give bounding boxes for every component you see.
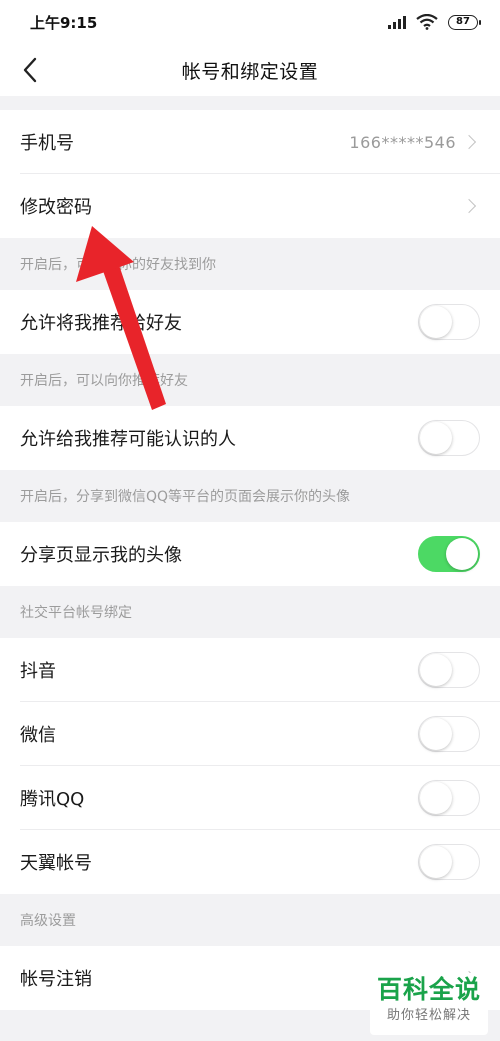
battery-icon: 87 — [448, 14, 481, 30]
signal-icon — [388, 15, 406, 29]
recommend-known-label: 允许给我推荐可能认识的人 — [20, 429, 236, 450]
qq-row: 腾讯QQ — [0, 766, 500, 830]
social-header: 社交平台帐号绑定 — [0, 586, 500, 638]
recommend-to-friends-toggle[interactable] — [418, 304, 480, 340]
chevron-right-icon — [461, 198, 477, 214]
friends-hint: 开启后，可以让你的好友找到你 — [0, 238, 500, 290]
recommend-known-row: 允许给我推荐可能认识的人 — [0, 406, 500, 470]
tianyi-toggle[interactable] — [418, 844, 480, 880]
status-icons: 87 — [388, 14, 481, 30]
recommend-to-friends-row: 允许将我推荐给好友 — [0, 290, 500, 354]
wechat-toggle[interactable] — [418, 716, 480, 752]
recommend-known-toggle[interactable] — [418, 420, 480, 456]
avatar-hint: 开启后，分享到微信QQ等平台的页面会展示你的头像 — [0, 470, 500, 522]
phone-value: 166*****546 — [349, 132, 456, 152]
chevron-right-icon — [461, 134, 477, 150]
avatar-label: 分享页显示我的头像 — [20, 545, 182, 566]
watermark-logo: 百科全说 助你轻松解决 — [370, 973, 488, 1035]
change-password-row[interactable]: 修改密码 — [0, 174, 500, 238]
change-password-label: 修改密码 — [20, 197, 92, 218]
douyin-label: 抖音 — [20, 661, 56, 682]
wechat-row: 微信 — [0, 702, 500, 766]
tianyi-label: 天翼帐号 — [20, 853, 92, 874]
phone-row[interactable]: 手机号 166*****546 — [0, 110, 500, 174]
status-time: 上午9:15 — [30, 13, 98, 32]
wechat-label: 微信 — [20, 725, 56, 746]
douyin-toggle[interactable] — [418, 652, 480, 688]
nav-bar: 帐号和绑定设置 — [0, 44, 500, 96]
tianyi-row: 天翼帐号 — [0, 830, 500, 894]
recommend-to-friends-label: 允许将我推荐给好友 — [20, 313, 182, 334]
recommend-hint: 开启后，可以向你推荐好友 — [0, 354, 500, 406]
douyin-row: 抖音 — [0, 638, 500, 702]
phone-label: 手机号 — [20, 133, 74, 154]
qq-toggle[interactable] — [418, 780, 480, 816]
status-bar: 上午9:15 87 — [0, 0, 500, 44]
page-title: 帐号和绑定设置 — [181, 60, 319, 83]
watermark-main: 百科全说 — [376, 975, 481, 1004]
settings-list: 手机号 166*****546 修改密码 开启后，可以让你的好友找到你 允许将我… — [0, 110, 500, 1010]
avatar-toggle[interactable] — [418, 536, 480, 572]
chevron-left-icon — [23, 57, 37, 83]
back-button[interactable] — [10, 50, 50, 90]
watermark-sub: 助你轻松解决 — [386, 1008, 471, 1023]
wifi-icon — [416, 14, 438, 30]
cancel-account-label: 帐号注销 — [20, 969, 92, 990]
qq-label: 腾讯QQ — [20, 789, 85, 810]
avatar-row: 分享页显示我的头像 — [0, 522, 500, 586]
advanced-header: 高级设置 — [0, 894, 500, 946]
